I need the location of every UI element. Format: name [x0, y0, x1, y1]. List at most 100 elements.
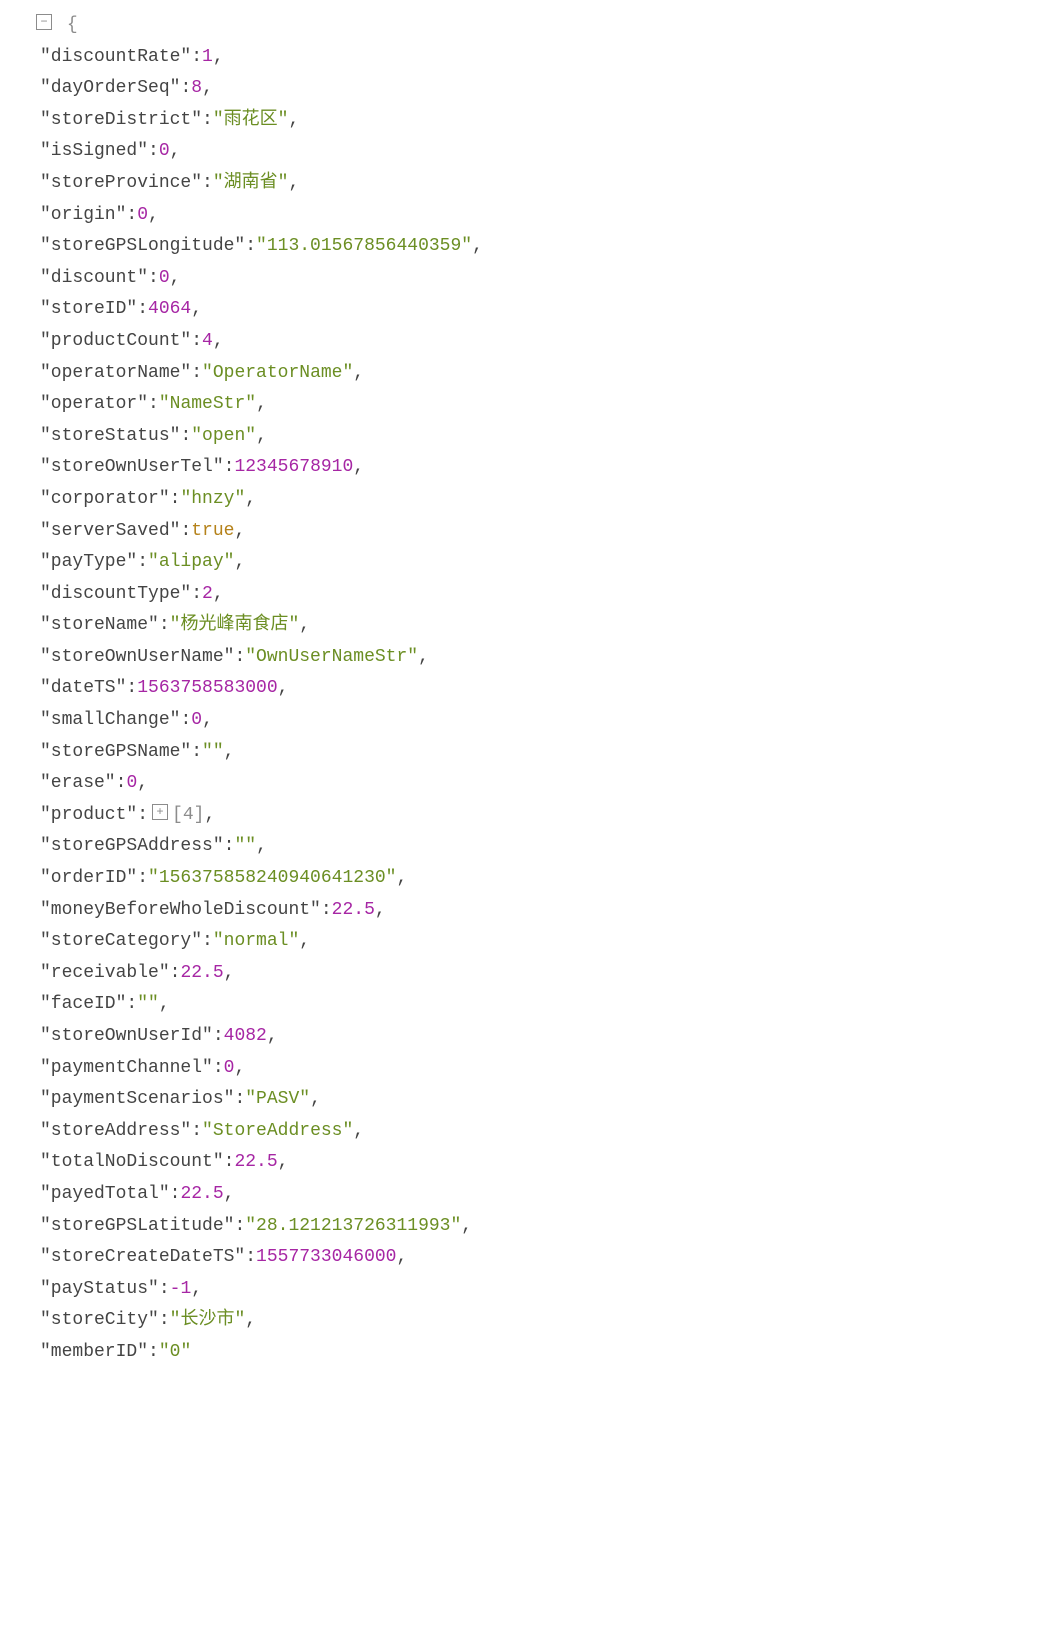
json-comma: , — [267, 1026, 278, 1046]
json-entry: "storeProvince":"湖南省", — [0, 168, 1058, 200]
json-value: "156375858240940641230" — [148, 868, 396, 888]
json-key: "storeCity" — [40, 1310, 159, 1330]
json-entry: "storeCity":"长沙市", — [0, 1305, 1058, 1337]
json-key: "receivable" — [40, 963, 170, 983]
json-colon: : — [137, 552, 148, 572]
json-colon: : — [224, 457, 235, 477]
json-entry: "storeOwnUserTel":12345678910, — [0, 452, 1058, 484]
json-entry: "memberID":"0" — [0, 1337, 1058, 1369]
json-value: "PASV" — [245, 1089, 310, 1109]
json-value: 12345678910 — [234, 457, 353, 477]
json-entry: "erase":0, — [0, 768, 1058, 800]
json-value: 22.5 — [180, 1184, 223, 1204]
json-entry: "discount":0, — [0, 263, 1058, 295]
json-colon: : — [148, 394, 159, 414]
json-entry: "discountType":2, — [0, 579, 1058, 611]
json-key: "faceID" — [40, 994, 126, 1014]
json-colon: : — [224, 1152, 235, 1172]
json-comma: , — [353, 363, 364, 383]
json-comma: , — [191, 1279, 202, 1299]
json-comma: , — [288, 173, 299, 193]
json-key: "storeName" — [40, 615, 159, 635]
json-open-line: { — [0, 10, 1058, 42]
json-entry: "payStatus":-1, — [0, 1274, 1058, 1306]
json-colon: : — [180, 426, 191, 446]
json-entry: "operatorName":"OperatorName", — [0, 358, 1058, 390]
json-value: "open" — [191, 426, 256, 446]
json-comma: , — [256, 836, 267, 856]
json-entry: "storeAddress":"StoreAddress", — [0, 1116, 1058, 1148]
json-key: "payType" — [40, 552, 137, 572]
json-entry: "storeOwnUserName":"OwnUserNameStr", — [0, 642, 1058, 674]
json-value: 0 — [159, 268, 170, 288]
json-value: 22.5 — [234, 1152, 277, 1172]
json-comma: , — [396, 868, 407, 888]
json-comma: , — [148, 205, 159, 225]
json-entry: "productCount":4, — [0, 326, 1058, 358]
json-key: "storeID" — [40, 299, 137, 319]
json-comma: , — [191, 299, 202, 319]
json-value: 8 — [191, 78, 202, 98]
json-value: 0 — [126, 773, 137, 793]
json-colon: : — [126, 994, 137, 1014]
json-value: "OwnUserNameStr" — [245, 647, 418, 667]
json-entry: "paymentScenarios":"PASV", — [0, 1084, 1058, 1116]
json-comma: , — [213, 47, 224, 67]
json-value: 1557733046000 — [256, 1247, 396, 1267]
json-value: true — [191, 521, 234, 541]
json-colon: : — [126, 678, 137, 698]
json-colon: : — [321, 900, 332, 920]
json-entry: "dayOrderSeq":8, — [0, 73, 1058, 105]
json-key: "paymentScenarios" — [40, 1089, 234, 1109]
json-entry: "serverSaved":true, — [0, 516, 1058, 548]
json-comma: , — [234, 521, 245, 541]
json-comma: , — [278, 678, 289, 698]
json-colon: : — [191, 1121, 202, 1141]
json-colon: : — [213, 1058, 224, 1078]
json-comma: , — [202, 710, 213, 730]
json-comma: , — [278, 1152, 289, 1172]
json-key: "payStatus" — [40, 1279, 159, 1299]
json-entry: "storeGPSLongitude":"113.01567856440359"… — [0, 231, 1058, 263]
json-value: 4082 — [224, 1026, 267, 1046]
collapse-icon[interactable] — [36, 14, 52, 30]
json-entry: "storeCategory":"normal", — [0, 926, 1058, 958]
json-key: "corporator" — [40, 489, 170, 509]
json-colon: : — [170, 1184, 181, 1204]
json-comma: , — [472, 236, 483, 256]
json-comma: , — [299, 931, 310, 951]
json-comma: , — [299, 615, 310, 635]
json-key: "memberID" — [40, 1342, 148, 1362]
json-comma: , — [213, 584, 224, 604]
json-entry: "payedTotal":22.5, — [0, 1179, 1058, 1211]
json-comma: , — [396, 1247, 407, 1267]
json-entry: "orderID":"156375858240940641230", — [0, 863, 1058, 895]
json-comma: , — [245, 1310, 256, 1330]
json-value: "113.01567856440359" — [256, 236, 472, 256]
json-entry: "totalNoDiscount":22.5, — [0, 1147, 1058, 1179]
json-colon: : — [202, 173, 213, 193]
json-colon: : — [191, 47, 202, 67]
json-colon: : — [137, 868, 148, 888]
json-colon: : — [159, 615, 170, 635]
json-entry: "storeGPSName":"", — [0, 737, 1058, 769]
json-value: "28.121213726311993" — [245, 1216, 461, 1236]
json-colon: : — [137, 805, 148, 825]
expand-icon[interactable] — [152, 804, 168, 820]
json-colon: : — [170, 963, 181, 983]
json-value: "normal" — [213, 931, 299, 951]
json-value: 22.5 — [180, 963, 223, 983]
json-key: "discountType" — [40, 584, 191, 604]
json-key: "operatorName" — [40, 363, 191, 383]
json-value: 1563758583000 — [137, 678, 277, 698]
json-key: "storeOwnUserName" — [40, 647, 234, 667]
json-viewer: { "discountRate":1,"dayOrderSeq":8,"stor… — [0, 10, 1058, 1369]
json-comma: , — [224, 1184, 235, 1204]
json-colon: : — [191, 584, 202, 604]
json-entry: "corporator":"hnzy", — [0, 484, 1058, 516]
json-key: "storeAddress" — [40, 1121, 191, 1141]
json-value: 4 — [202, 331, 213, 351]
json-colon: : — [148, 1342, 159, 1362]
json-entry: "storeName":"杨光峰南食店", — [0, 610, 1058, 642]
json-colon: : — [180, 78, 191, 98]
